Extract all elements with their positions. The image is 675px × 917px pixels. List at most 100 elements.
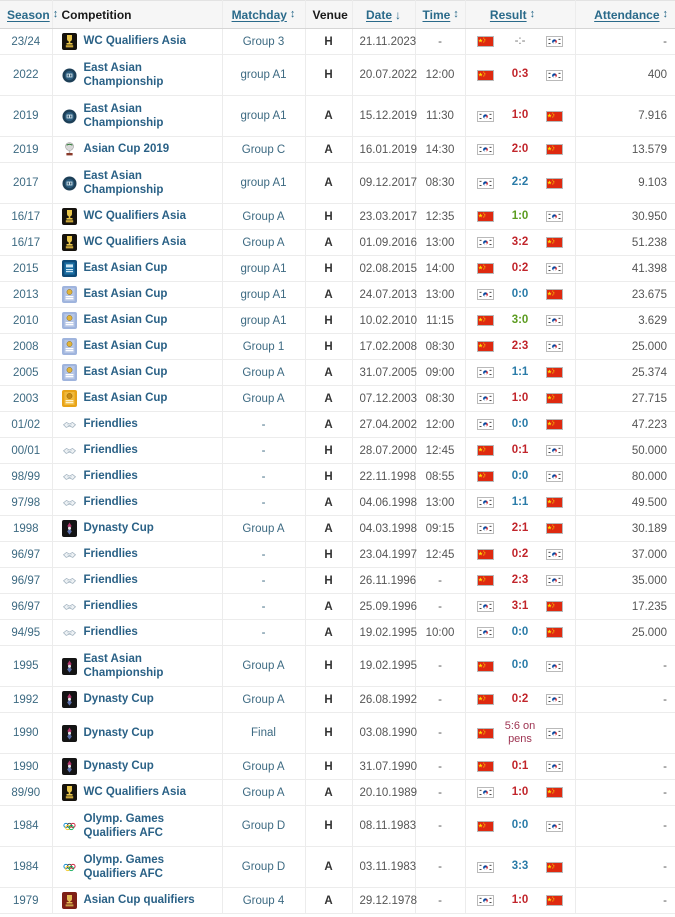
cell-season[interactable]: 2019 bbox=[0, 95, 53, 137]
competition-name[interactable]: WC Qualifiers Asia bbox=[84, 785, 186, 799]
cell-matchday[interactable]: Group 1 bbox=[222, 333, 306, 360]
cell-matchday[interactable]: Group A bbox=[222, 779, 306, 806]
score-label[interactable]: 1:0 bbox=[494, 109, 546, 123]
cell-result[interactable]: 3:1 bbox=[465, 593, 576, 620]
competition-name[interactable]: East Asian Cup bbox=[84, 391, 168, 405]
cell-result[interactable]: 1:0 bbox=[465, 779, 576, 806]
cell-competition[interactable]: Friendlies bbox=[52, 463, 223, 490]
score-label[interactable]: 1:0 bbox=[494, 210, 546, 224]
table-row[interactable]: 1990 Dynasty Cup Group A H 31.07.1990-0:1- bbox=[0, 753, 675, 780]
competition-name[interactable]: WC Qualifiers Asia bbox=[84, 34, 186, 48]
cell-competition[interactable]: WC Qualifiers Asia bbox=[52, 28, 223, 55]
cell-competition[interactable]: Dynasty Cup bbox=[52, 515, 223, 542]
table-row[interactable]: 2017 East Asian Championship group A1 A 09.1… bbox=[0, 162, 675, 204]
column-header-date[interactable]: Date ↓ bbox=[352, 0, 416, 29]
cell-matchday[interactable]: Group 3 bbox=[222, 28, 306, 55]
table-row[interactable]: 1984 Olymp. Games Qualifiers AFC Group DA0… bbox=[0, 846, 675, 888]
cell-matchday[interactable]: Group A bbox=[222, 203, 306, 230]
score-label[interactable]: 0:0 bbox=[494, 626, 546, 640]
table-row[interactable]: 1990 Dynasty Cup Final H 03.08.1990- 5:6 on p… bbox=[0, 712, 675, 754]
cell-season[interactable]: 97/98 bbox=[0, 489, 53, 516]
cell-result[interactable]: 2:3 bbox=[465, 333, 576, 360]
cell-result[interactable]: 0:0 bbox=[465, 645, 576, 687]
cell-matchday[interactable]: - bbox=[222, 411, 306, 438]
competition-name[interactable]: Friendlies bbox=[84, 599, 138, 613]
competition-name[interactable]: East Asian Cup bbox=[84, 339, 168, 353]
competition-name[interactable]: Olymp. Games Qualifiers AFC bbox=[84, 812, 215, 840]
table-row[interactable]: 16/17 WC Qualifiers Asia Group A A 01.09.201… bbox=[0, 229, 675, 256]
score-label[interactable]: 0:3 bbox=[494, 68, 546, 82]
cell-matchday[interactable]: - bbox=[222, 541, 306, 568]
competition-name[interactable]: Friendlies bbox=[84, 573, 138, 587]
cell-competition[interactable]: East Asian Cup bbox=[52, 281, 223, 308]
cell-season[interactable]: 1992 bbox=[0, 686, 53, 713]
cell-matchday[interactable]: Group A bbox=[222, 753, 306, 780]
cell-season[interactable]: 1990 bbox=[0, 712, 53, 754]
cell-season[interactable]: 1990 bbox=[0, 753, 53, 780]
header-label-date[interactable]: Date bbox=[366, 8, 392, 22]
sort-toggle-icon[interactable]: ↕ bbox=[53, 9, 59, 20]
competition-name[interactable]: East Asian Championship bbox=[84, 652, 215, 680]
cell-matchday[interactable]: - bbox=[222, 463, 306, 490]
competition-name[interactable]: East Asian Cup bbox=[84, 261, 168, 275]
competition-name[interactable]: Friendlies bbox=[84, 417, 138, 431]
cell-season[interactable]: 1998 bbox=[0, 515, 53, 542]
table-row[interactable]: 96/97 Friendlies - A 25.09.1996-3:1 17.235 bbox=[0, 593, 675, 620]
score-label[interactable]: 0:0 bbox=[494, 819, 546, 833]
cell-season[interactable]: 2022 bbox=[0, 54, 53, 96]
cell-result[interactable]: 0:0 bbox=[465, 619, 576, 646]
cell-result[interactable]: 2:3 bbox=[465, 567, 576, 594]
cell-result[interactable]: 0:0 bbox=[465, 805, 576, 847]
table-row[interactable]: 2003 East Asian Cup Group A A 07.12.2003 08:3… bbox=[0, 385, 675, 412]
table-row[interactable]: 1984 Olymp. Games Qualifiers AFC Group DH0… bbox=[0, 805, 675, 847]
cell-result[interactable]: 1:0 bbox=[465, 385, 576, 412]
cell-competition[interactable]: WC Qualifiers Asia bbox=[52, 229, 223, 256]
score-label[interactable]: 2:2 bbox=[494, 176, 546, 190]
competition-name[interactable]: Friendlies bbox=[84, 443, 138, 457]
cell-competition[interactable]: Dynasty Cup bbox=[52, 686, 223, 713]
cell-matchday[interactable]: Group D bbox=[222, 805, 306, 847]
competition-name[interactable]: Asian Cup qualifiers bbox=[84, 893, 195, 907]
cell-season[interactable]: 98/99 bbox=[0, 463, 53, 490]
cell-result[interactable]: 1:0 bbox=[465, 203, 576, 230]
score-label[interactable]: 0:0 bbox=[494, 659, 546, 673]
cell-matchday[interactable]: group A1 bbox=[222, 162, 306, 204]
competition-name[interactable]: Asian Cup 2019 bbox=[84, 142, 170, 156]
score-label[interactable]: 3:3 bbox=[494, 860, 546, 874]
cell-result[interactable]: 0:0 bbox=[465, 281, 576, 308]
header-label-result[interactable]: Result bbox=[490, 8, 527, 22]
cell-result[interactable]: 0:2 bbox=[465, 686, 576, 713]
score-label[interactable]: 5:6 on pens bbox=[494, 720, 546, 746]
table-row[interactable]: 94/95 Friendlies - A 19.02.1995 10:00 0:0 25.00… bbox=[0, 619, 675, 646]
cell-competition[interactable]: Friendlies bbox=[52, 489, 223, 516]
score-label[interactable]: 1:0 bbox=[494, 786, 546, 800]
cell-matchday[interactable]: Group C bbox=[222, 136, 306, 163]
cell-competition[interactable]: Friendlies bbox=[52, 541, 223, 568]
cell-competition[interactable]: East Asian Cup bbox=[52, 255, 223, 282]
cell-matchday[interactable]: group A1 bbox=[222, 281, 306, 308]
cell-season[interactable]: 96/97 bbox=[0, 541, 53, 568]
table-row[interactable]: 2013 East Asian Cup group A1 A 24.07.2013 13:… bbox=[0, 281, 675, 308]
score-label[interactable]: 2:3 bbox=[494, 340, 546, 354]
cell-matchday[interactable]: - bbox=[222, 489, 306, 516]
cell-competition[interactable]: Friendlies bbox=[52, 567, 223, 594]
table-row[interactable]: 96/97 Friendlies - H 26.11.1996-2:3 35.000 bbox=[0, 567, 675, 594]
cell-result[interactable]: 3:2 bbox=[465, 229, 576, 256]
competition-name[interactable]: Dynasty Cup bbox=[84, 759, 154, 773]
competition-name[interactable]: East Asian Championship bbox=[84, 61, 215, 89]
competition-name[interactable]: East Asian Cup bbox=[84, 287, 168, 301]
cell-competition[interactable]: Friendlies bbox=[52, 593, 223, 620]
cell-result[interactable]: 2:1 bbox=[465, 515, 576, 542]
column-header-season[interactable]: Season ↕ bbox=[0, 0, 58, 29]
cell-competition[interactable]: Dynasty Cup bbox=[52, 753, 223, 780]
table-row[interactable]: 01/02 Friendlies - A 27.04.2002 12:00 0:0 47.22… bbox=[0, 411, 675, 438]
cell-matchday[interactable]: group A1 bbox=[222, 54, 306, 96]
score-label[interactable]: 0:1 bbox=[494, 760, 546, 774]
cell-result[interactable]: 5:6 on pens bbox=[465, 712, 576, 754]
header-label-matchday[interactable]: Matchday bbox=[232, 8, 287, 22]
cell-matchday[interactable]: Group D bbox=[222, 846, 306, 888]
score-label[interactable]: 0:0 bbox=[494, 470, 546, 484]
cell-season[interactable]: 2005 bbox=[0, 359, 53, 386]
column-header-time[interactable]: Time ↕ bbox=[415, 0, 466, 29]
competition-name[interactable]: WC Qualifiers Asia bbox=[84, 235, 186, 249]
